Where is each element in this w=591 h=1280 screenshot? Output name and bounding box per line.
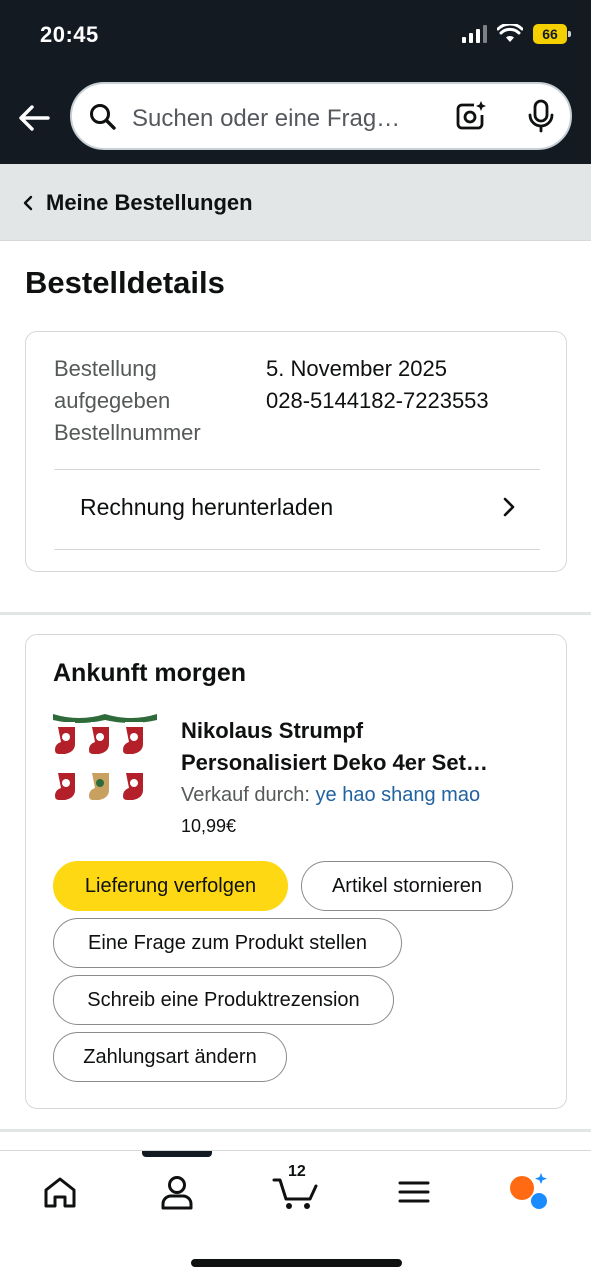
order-info-card: Bestellung aufgegeben Bestellnummer 5. N…: [25, 331, 567, 572]
section-separator: [0, 1129, 591, 1132]
divider: [54, 549, 540, 550]
wifi-icon: [497, 24, 523, 42]
order-placed-label-2: aufgegeben: [54, 388, 171, 413]
cart-count-badge: 12: [288, 1163, 306, 1180]
seller-link[interactable]: ye hao shang mao: [316, 784, 481, 806]
battery-indicator: 66: [533, 24, 571, 44]
order-placed-label-1: Bestellung: [54, 356, 157, 381]
home-indicator: [191, 1259, 402, 1267]
seller-info: Verkauf durch: ye hao shang mao: [181, 784, 480, 807]
change-payment-button[interactable]: Zahlungsart ändern: [53, 1032, 287, 1082]
breadcrumb[interactable]: Meine Bestellungen: [0, 164, 591, 241]
search-icon: [90, 104, 116, 130]
product-title-line-1[interactable]: Nikolaus Strumpf: [181, 715, 541, 747]
ask-product-question-button[interactable]: Eine Frage zum Produkt stellen: [53, 918, 402, 968]
microphone-icon[interactable]: [524, 98, 558, 134]
back-arrow-icon[interactable]: [14, 98, 54, 138]
track-package-button[interactable]: Lieferung verfolgen: [53, 861, 288, 911]
active-tab-indicator: [142, 1151, 212, 1157]
search-bar[interactable]: Suchen oder eine Frag…: [70, 82, 572, 150]
cellular-signal-icon: [462, 25, 487, 43]
order-number: 028-5144182-7223553: [266, 388, 489, 413]
shipment-card: Ankunft morgen Nikolaus Strumpf Personal…: [25, 634, 567, 1109]
status-icons: 66: [462, 24, 571, 44]
download-invoice-label[interactable]: Rechnung herunterladen: [80, 494, 333, 521]
product-title[interactable]: Nikolaus Strumpf Personalisiert Deko 4er…: [181, 715, 541, 779]
product-image[interactable]: [53, 712, 157, 812]
arrival-status: Ankunft morgen: [53, 659, 247, 687]
product-price: 10,99€: [181, 816, 237, 836]
battery-level: 66: [542, 26, 558, 42]
account-icon[interactable]: [155, 1172, 199, 1212]
product-title-line-2[interactable]: Personalisiert Deko 4er Set…: [181, 747, 541, 779]
page-title: Bestelldetails: [25, 265, 225, 300]
write-review-button[interactable]: Schreib eine Produktrezension: [53, 975, 394, 1025]
breadcrumb-label[interactable]: Meine Bestellungen: [46, 190, 253, 216]
order-placed-date: 5. November 2025: [266, 356, 447, 381]
home-icon[interactable]: [38, 1172, 82, 1212]
camera-search-icon[interactable]: [452, 98, 488, 134]
top-header: 20:45 66 Suchen oder eine Frag…: [0, 0, 591, 164]
chevron-left-icon: [23, 195, 33, 211]
section-separator: [0, 612, 591, 615]
status-time: 20:45: [40, 22, 99, 47]
download-invoice-row[interactable]: Rechnung herunterladen: [54, 470, 540, 550]
menu-icon[interactable]: [392, 1172, 436, 1212]
chevron-right-icon: [503, 497, 515, 517]
rufus-assistant-icon[interactable]: [507, 1172, 551, 1212]
seller-prefix: Verkauf durch:: [181, 784, 310, 806]
order-number-label: Bestellnummer: [54, 420, 201, 445]
cancel-item-button[interactable]: Artikel stornieren: [301, 861, 513, 911]
search-input[interactable]: Suchen oder eine Frag…: [132, 105, 400, 133]
